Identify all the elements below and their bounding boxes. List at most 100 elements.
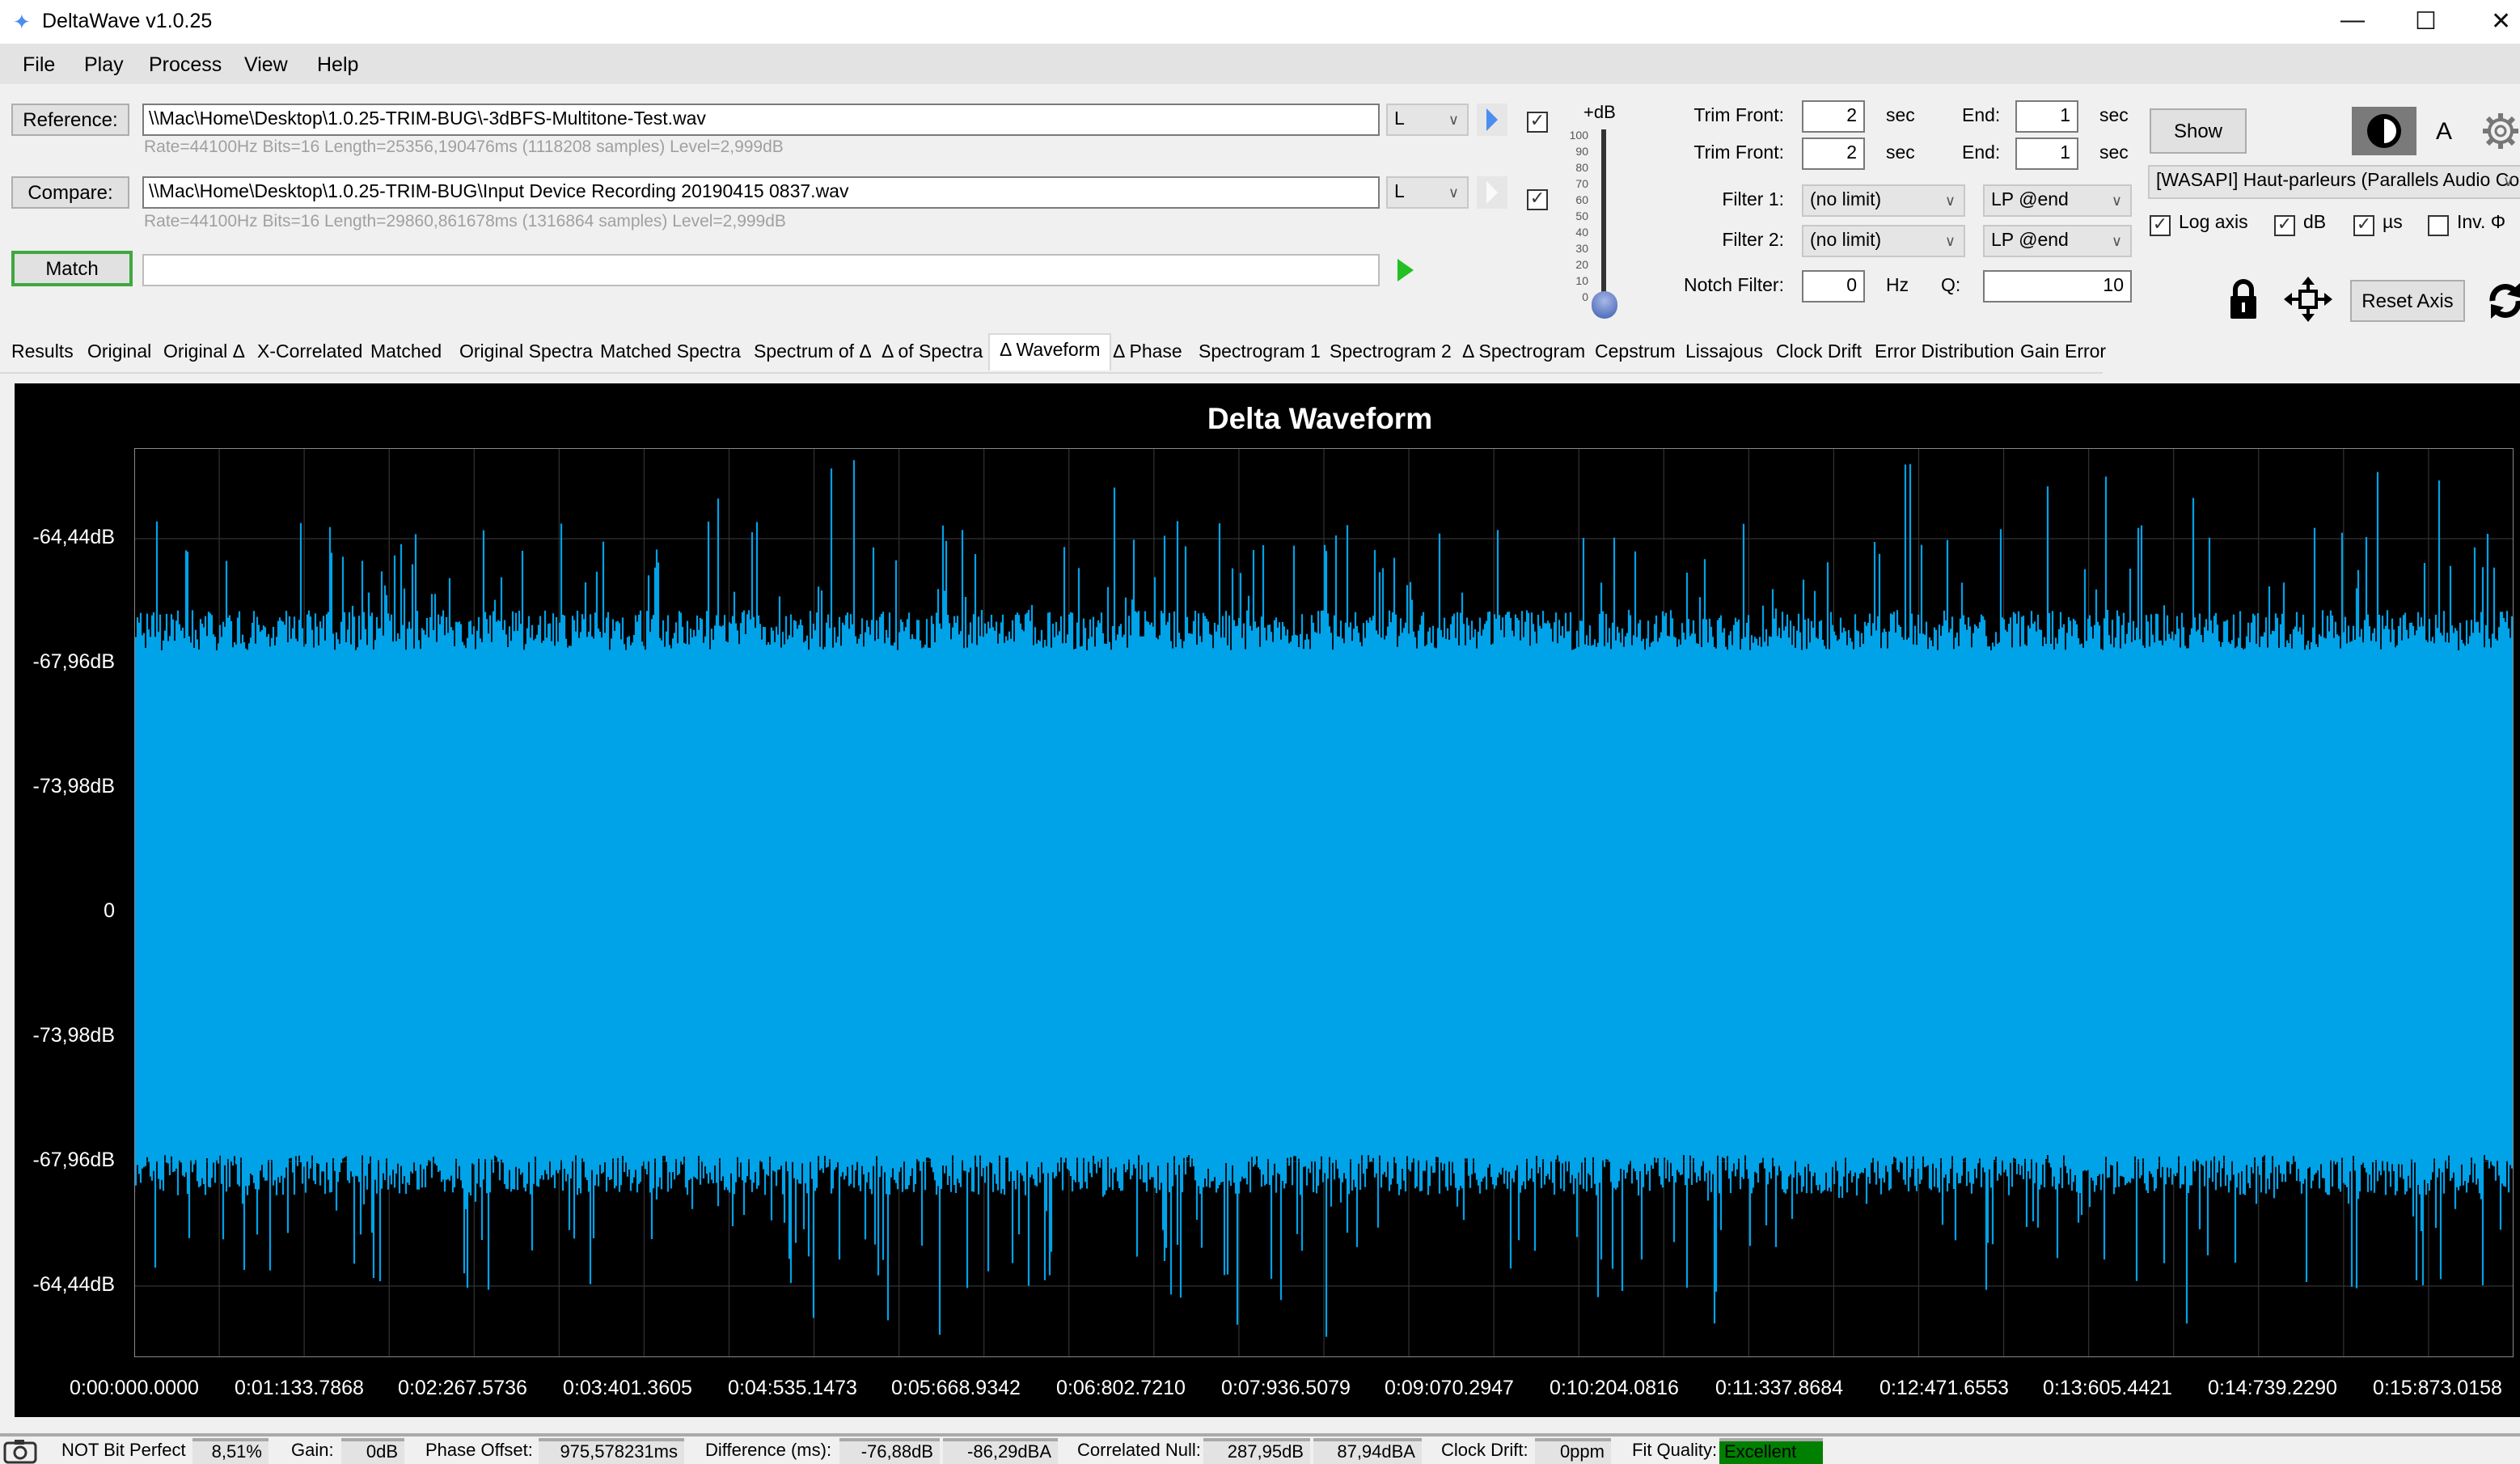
delta-waveform-chart: Delta Waveform -64,44dB -67,96dB -73,98dB 0… xyxy=(15,383,2520,1417)
option-checkbox-0[interactable]: ✓ xyxy=(2150,215,2171,236)
close-button[interactable]: ✕ xyxy=(2491,6,2511,36)
compare-channel-select[interactable]: L ∨ xyxy=(1386,176,1469,209)
play-reference-button[interactable] xyxy=(1477,104,1507,136)
contrast-button[interactable] xyxy=(2352,107,2416,155)
tab-0[interactable]: Results xyxy=(11,343,74,362)
fit-quality-label: Fit Quality: xyxy=(1632,1441,1718,1461)
font-a-button[interactable]: A xyxy=(2436,118,2452,146)
reference-channel-select[interactable]: L ∨ xyxy=(1386,104,1469,136)
contrast-icon xyxy=(2367,114,2401,148)
compare-button[interactable]: Compare: xyxy=(11,176,129,209)
chart-title: Delta Waveform xyxy=(1207,401,1433,435)
notch-freq-input[interactable]: 0 xyxy=(1802,270,1865,303)
q-input[interactable]: 10 xyxy=(1983,270,2132,303)
reference-path-input[interactable]: \\Mac\Home\Desktop\1.0.25-TRIM-BUG\-3dBF… xyxy=(142,104,1380,136)
q-label: Q: xyxy=(1941,277,1961,296)
tab-3[interactable]: X-Correlated xyxy=(257,343,362,362)
option-label[interactable]: Log axis xyxy=(2179,214,2248,233)
tab-10[interactable]: Δ Phase xyxy=(1113,343,1182,362)
filter2-mode-value: LP @end xyxy=(1991,231,2069,251)
filter1-select[interactable]: (no limit) ∨ xyxy=(1802,184,1965,217)
cmp-trim-front-input[interactable]: 2 xyxy=(1802,138,1865,170)
camera-icon[interactable] xyxy=(3,1438,39,1464)
plot-area[interactable] xyxy=(134,448,2514,1357)
cmp-trim-end-input[interactable]: 1 xyxy=(2015,138,2078,170)
match-button[interactable]: Match xyxy=(11,251,133,286)
maximize-button[interactable]: ☐ xyxy=(2415,6,2437,36)
reference-button[interactable]: Reference: xyxy=(11,104,129,136)
refresh-icon[interactable] xyxy=(2484,277,2520,325)
slider-tick-label: 100 xyxy=(1569,131,1588,142)
cmp-trim-end-unit: sec xyxy=(2099,144,2129,163)
minimize-button[interactable]: — xyxy=(2340,6,2365,34)
show-button[interactable]: Show xyxy=(2150,108,2247,154)
status-bar: NOT Bit Perfect 8,51% Gain: 0dB Phase Of… xyxy=(0,1433,2520,1464)
notch-unit: Hz xyxy=(1886,277,1909,296)
output-device-value: [WASAPI] Haut-parleurs (Parallels Audio … xyxy=(2156,171,2520,191)
menu-process[interactable]: Process xyxy=(149,53,222,76)
compare-enable-checkbox[interactable]: ✓ xyxy=(1527,189,1548,210)
slider-tick-label: 30 xyxy=(1575,244,1588,256)
filter2-select[interactable]: (no limit) ∨ xyxy=(1802,225,1965,257)
x-tick-label: 0:09:070.2947 xyxy=(1385,1377,1514,1399)
tab-14[interactable]: Cepstrum xyxy=(1595,343,1676,362)
lock-icon[interactable] xyxy=(2226,277,2261,322)
chevron-down-icon: ∨ xyxy=(2111,193,2122,209)
reference-channel-value: L xyxy=(1394,110,1405,129)
play-compare-button[interactable] xyxy=(1477,176,1507,209)
menu-help[interactable]: Help xyxy=(317,53,358,76)
fit-quality-value: Excellent xyxy=(1719,1438,1823,1464)
menu-play[interactable]: Play xyxy=(84,53,124,76)
option-label[interactable]: Inv. Φ xyxy=(2457,214,2505,233)
tab-6[interactable]: Matched Spectra xyxy=(600,343,741,362)
window-title: DeltaWave v1.0.25 xyxy=(42,10,213,32)
menu-file[interactable]: File xyxy=(23,53,55,76)
tab-9[interactable]: Δ Waveform xyxy=(988,333,1112,370)
correlated-null-dba-value: 87,94dBA xyxy=(1313,1438,1422,1464)
tab-16[interactable]: Clock Drift xyxy=(1776,343,1862,362)
x-tick-label: 0:12:471.6553 xyxy=(1879,1377,2009,1399)
deltawave-window: ✦ DeltaWave v1.0.25 — ☐ ✕ File Play Proces… xyxy=(0,0,2520,1464)
tab-11[interactable]: Spectrogram 1 xyxy=(1199,343,1321,362)
tab-4[interactable]: Matched xyxy=(370,343,442,362)
tab-15[interactable]: Lissajous xyxy=(1685,343,1763,362)
tab-2[interactable]: Original Δ xyxy=(163,343,245,362)
x-tick-label: 0:07:936.5079 xyxy=(1221,1377,1351,1399)
option-checkbox-2[interactable]: ✓ xyxy=(2353,215,2374,236)
reference-enable-checkbox[interactable]: ✓ xyxy=(1527,112,1548,133)
output-device-select[interactable]: [WASAPI] Haut-parleurs (Parallels Audio … xyxy=(2148,165,2520,199)
cmp-trim-front-label: Trim Front: xyxy=(1693,144,1784,163)
filter2-mode-select[interactable]: LP @end ∨ xyxy=(1983,225,2132,257)
gain-slider-thumb[interactable] xyxy=(1592,291,1617,319)
ref-trim-front-input[interactable]: 2 xyxy=(1802,100,1865,133)
tab-18[interactable]: Gain Error xyxy=(2020,343,2106,362)
compare-path-input[interactable]: \\Mac\Home\Desktop\1.0.25-TRIM-BUG\Input… xyxy=(142,176,1380,209)
filter1-mode-select[interactable]: LP @end ∨ xyxy=(1983,184,2132,217)
chevron-down-icon: ∨ xyxy=(1944,233,1956,249)
option-checkbox-1[interactable]: ✓ xyxy=(2274,215,2295,236)
option-label[interactable]: dB xyxy=(2303,214,2326,233)
gear-icon[interactable] xyxy=(2480,110,2520,152)
pan-move-icon[interactable] xyxy=(2282,275,2334,324)
tab-12[interactable]: Spectrogram 2 xyxy=(1330,343,1452,362)
tab-17[interactable]: Error Distribution xyxy=(1875,343,2015,362)
filter1-value: (no limit) xyxy=(1810,191,1882,210)
gain-slider-track[interactable] xyxy=(1601,129,1606,304)
notch-label: Notch Filter: xyxy=(1684,277,1784,296)
x-tick-label: 0:15:873.0158 xyxy=(2373,1377,2502,1399)
slider-tick-label: 50 xyxy=(1575,212,1588,223)
run-icon[interactable] xyxy=(1394,256,1417,285)
tab-5[interactable]: Original Spectra xyxy=(459,343,593,362)
option-label[interactable]: µs xyxy=(2383,214,2403,233)
gain-slider-label: +dB xyxy=(1583,104,1616,123)
bit-perfect-value: 8,51% xyxy=(192,1438,268,1464)
menu-view[interactable]: View xyxy=(244,53,288,76)
tab-1[interactable]: Original xyxy=(87,343,151,362)
tab-13[interactable]: Δ Spectrogram xyxy=(1462,343,1585,362)
x-tick-label: 0:04:535.1473 xyxy=(728,1377,857,1399)
reset-axis-button[interactable]: Reset Axis xyxy=(2350,280,2465,322)
option-checkbox-3[interactable] xyxy=(2428,215,2449,236)
ref-trim-end-input[interactable]: 1 xyxy=(2015,100,2078,133)
tab-7[interactable]: Spectrum of Δ xyxy=(754,343,872,362)
tab-8[interactable]: Δ of Spectra xyxy=(882,343,983,362)
